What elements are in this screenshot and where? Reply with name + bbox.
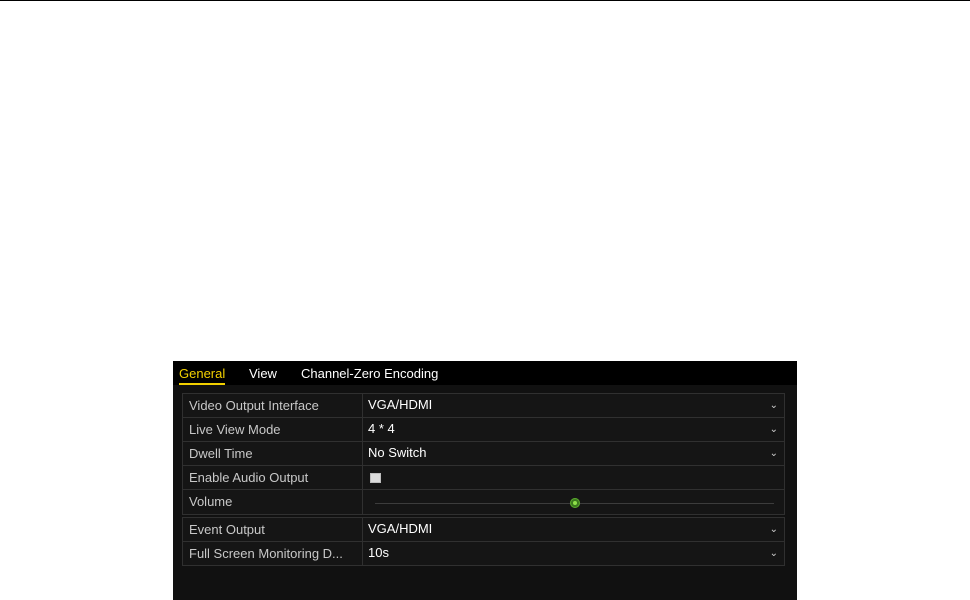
chevron-down-icon: ⌄ (769, 524, 778, 535)
chevron-down-icon: ⌄ (769, 424, 778, 435)
active-tab-underline (179, 383, 226, 385)
volume-slider[interactable] (363, 490, 784, 527)
live-view-mode-dropdown[interactable]: 4 * 4 ⌄ (363, 418, 784, 442)
dwell-time-row: Dwell Time No Switch ⌄ (183, 442, 784, 466)
full-screen-monitoring-label: Full Screen Monitoring D... (183, 542, 363, 566)
video-output-interface-row: Video Output Interface VGA/HDMI ⌄ (183, 394, 784, 418)
event-output-dropdown[interactable]: VGA/HDMI ⌄ (363, 518, 784, 542)
dwell-time-label: Dwell Time (183, 442, 363, 466)
enable-audio-output-cell (363, 466, 784, 490)
dwell-time-dropdown[interactable]: No Switch ⌄ (363, 442, 784, 466)
full-screen-monitoring-value: 10s (368, 545, 389, 560)
event-output-label: Event Output (183, 518, 363, 542)
monitoring-settings-group: Event Output VGA/HDMI ⌄ Full Screen Moni… (182, 517, 785, 566)
chevron-down-icon: ⌄ (769, 548, 778, 559)
tab-channel-zero-encoding[interactable]: Channel-Zero Encoding (301, 367, 438, 383)
tab-general[interactable]: General (179, 366, 226, 385)
enable-audio-output-row: Enable Audio Output (183, 466, 784, 490)
display-settings-panel: General View Channel-Zero Encoding Video… (173, 361, 797, 600)
tab-general-label: General (179, 366, 226, 381)
tab-channel-zero-encoding-label: Channel-Zero Encoding (301, 366, 439, 381)
live-view-mode-row: Live View Mode 4 * 4 ⌄ (183, 418, 784, 442)
tab-view-label: View (249, 366, 277, 381)
enable-audio-output-checkbox[interactable] (370, 473, 381, 483)
full-screen-monitoring-dropdown[interactable]: 10s ⌄ (363, 542, 784, 566)
full-screen-monitoring-row: Full Screen Monitoring D... 10s ⌄ (183, 542, 784, 566)
event-output-row: Event Output VGA/HDMI ⌄ (183, 518, 784, 542)
event-output-value: VGA/HDMI (368, 521, 433, 536)
video-output-interface-dropdown[interactable]: VGA/HDMI ⌄ (363, 394, 784, 418)
video-output-interface-value: VGA/HDMI (368, 397, 433, 412)
video-output-interface-label: Video Output Interface (183, 394, 363, 418)
tab-view[interactable]: View (249, 367, 277, 383)
live-view-mode-value: 4 * 4 (368, 421, 395, 436)
tab-bar: General View Channel-Zero Encoding (173, 361, 797, 385)
chevron-down-icon: ⌄ (769, 448, 778, 459)
volume-slider-track[interactable] (375, 498, 775, 527)
volume-label: Volume (183, 490, 363, 514)
volume-slider-thumb[interactable] (569, 498, 580, 508)
page-top-rule (0, 0, 970, 1)
live-view-mode-label: Live View Mode (183, 418, 363, 442)
chevron-down-icon: ⌄ (769, 400, 778, 411)
dwell-time-value: No Switch (368, 445, 427, 460)
volume-row: Volume (183, 490, 784, 527)
output-settings-group: Video Output Interface VGA/HDMI ⌄ Live V… (182, 393, 785, 527)
enable-audio-output-label: Enable Audio Output (183, 466, 363, 490)
